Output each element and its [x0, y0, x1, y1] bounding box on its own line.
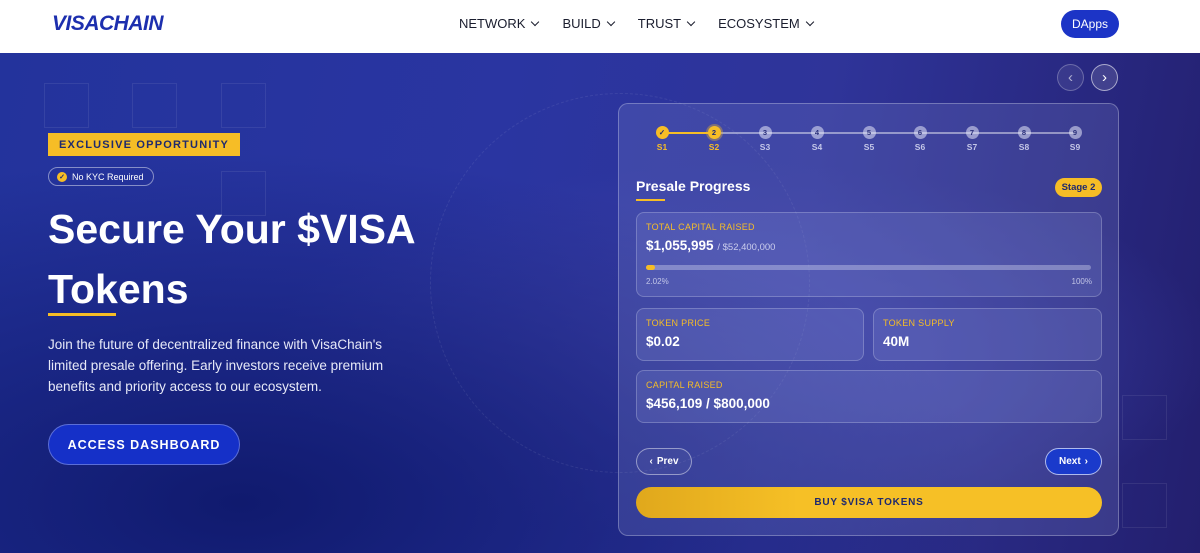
- access-dashboard-button[interactable]: ACCESS DASHBOARD: [48, 424, 240, 465]
- stage-step[interactable]: 6 S6: [905, 126, 935, 152]
- token-supply-value: 40M: [883, 334, 910, 349]
- token-price-label: TOKEN PRICE: [646, 318, 711, 328]
- decor-square: [44, 83, 89, 128]
- prev-stage-button[interactable]: ‹ Prev: [636, 448, 692, 475]
- raise-progress-fill: [646, 265, 655, 270]
- progress-current-label: 2.02%: [646, 277, 669, 286]
- decor-square: [1122, 483, 1167, 528]
- chevron-right-icon: ›: [1084, 456, 1089, 467]
- stage-step[interactable]: 4 S4: [802, 126, 832, 152]
- decor-square: [132, 83, 177, 128]
- stage-step[interactable]: 7 S7: [957, 126, 987, 152]
- stage-step[interactable]: ✓ S1: [647, 126, 677, 152]
- chevron-down-icon: [686, 17, 696, 26]
- stage-step[interactable]: 3 S3: [750, 126, 780, 152]
- stage-step-dot: 5: [862, 126, 876, 139]
- stage-step-dot: 3: [758, 126, 772, 139]
- chevron-down-icon: [531, 17, 540, 26]
- menu-network-label: NETWORK: [459, 16, 526, 31]
- menu-ecosystem-label: ECOSYSTEM: [718, 16, 800, 31]
- stage-step-dot: 6: [913, 126, 927, 139]
- total-raised-value: $1,055,995 / $52,400,000: [646, 238, 775, 253]
- stage-step[interactable]: 2 S2: [699, 126, 729, 152]
- stage-step-label: S8: [1018, 142, 1030, 152]
- token-price-card: TOKEN PRICE $0.02: [636, 308, 864, 361]
- menu-build[interactable]: BUILD: [562, 16, 615, 31]
- capital-raised-label: CAPITAL RAISED: [646, 380, 723, 390]
- presale-panel: ✓ S1 2 S2 3 S3 4 S4 5 S5 6 S6 7 S7 8 S8: [618, 103, 1119, 536]
- headline-line-2: Tokens: [48, 266, 189, 312]
- token-supply-label: TOKEN SUPPLY: [883, 318, 955, 328]
- headline-line-1: Secure Your $VISA: [48, 206, 416, 252]
- carousel-prev-button[interactable]: ‹: [1057, 64, 1084, 91]
- menu-trust-label: TRUST: [637, 16, 682, 31]
- brand-logo[interactable]: VISACHAIN: [52, 12, 164, 36]
- raise-progress-bar: [646, 265, 1091, 270]
- menu-trust[interactable]: TRUST: [637, 16, 696, 31]
- top-navbar: VISACHAIN NETWORK BUILD TRUST ECOSYSTEM …: [0, 0, 1200, 53]
- stage-step-label: S9: [1069, 142, 1081, 152]
- exclusive-badge: EXCLUSIVE OPPORTUNITY: [48, 133, 241, 156]
- headline-underline: [48, 313, 116, 316]
- title-underline: [636, 199, 665, 201]
- total-raised-label: TOTAL CAPITAL RAISED: [646, 222, 755, 232]
- chevron-right-icon: ›: [1102, 69, 1107, 86]
- main-menu: NETWORK BUILD TRUST ECOSYSTEM: [459, 16, 837, 31]
- chevron-down-icon: [805, 17, 814, 26]
- prev-label: Prev: [656, 456, 679, 467]
- stage-step-label: S3: [759, 142, 771, 152]
- total-raised-card: TOTAL CAPITAL RAISED $1,055,995 / $52,40…: [636, 212, 1102, 297]
- stage-step-label: S6: [914, 142, 926, 152]
- stage-step-label: S1: [656, 142, 668, 152]
- dapps-button[interactable]: DApps: [1061, 10, 1119, 38]
- stage-step[interactable]: 8 S8: [1009, 126, 1039, 152]
- capital-raised-value: $456,109 / $800,000: [646, 396, 770, 411]
- stage-step-label: S5: [863, 142, 875, 152]
- token-supply-card: TOKEN SUPPLY 40M: [873, 308, 1102, 361]
- menu-build-label: BUILD: [562, 16, 601, 31]
- capital-raised-card: CAPITAL RAISED $456,109 / $800,000: [636, 370, 1102, 423]
- check-icon: ✓: [57, 171, 67, 182]
- stage-step-dot: 9: [1068, 126, 1082, 139]
- presale-title: Presale Progress: [636, 178, 751, 194]
- chevron-down-icon: [606, 17, 615, 26]
- stage-step-label: S4: [811, 142, 823, 152]
- chevron-left-icon: ‹: [1068, 69, 1073, 86]
- hero-headline: Secure Your $VISA Tokens: [48, 199, 468, 319]
- stage-step-dot: ✓: [655, 126, 669, 139]
- total-raised-amount: $1,055,995: [646, 238, 714, 253]
- decor-square: [1122, 395, 1167, 440]
- next-stage-button[interactable]: Next ›: [1045, 448, 1102, 475]
- stage-step[interactable]: 9 S9: [1060, 126, 1090, 152]
- menu-network[interactable]: NETWORK: [459, 16, 540, 31]
- hero-subtext: Join the future of decentralized finance…: [48, 337, 384, 394]
- stage-step-dot: 4: [810, 126, 824, 139]
- token-price-value: $0.02: [646, 334, 680, 349]
- stage-step-label: S7: [966, 142, 978, 152]
- carousel-next-button[interactable]: ›: [1091, 64, 1118, 91]
- stage-badge: Stage 2: [1055, 178, 1102, 197]
- hero-section: EXCLUSIVE OPPORTUNITY ✓ No KYC Required …: [0, 53, 1200, 553]
- no-kyc-badge: ✓ No KYC Required: [48, 167, 154, 186]
- stage-step-dot: 7: [965, 126, 979, 139]
- stage-step[interactable]: 5 S5: [854, 126, 884, 152]
- menu-ecosystem[interactable]: ECOSYSTEM: [718, 16, 814, 31]
- stage-step-dot: 8: [1017, 126, 1031, 139]
- progress-max-label: 100%: [1071, 277, 1092, 286]
- no-kyc-label: No KYC Required: [72, 171, 144, 182]
- total-raised-target: / $52,400,000: [717, 242, 776, 253]
- decor-square: [221, 83, 266, 128]
- next-label: Next: [1058, 456, 1081, 467]
- stage-step-dot: 2: [707, 126, 721, 139]
- chevron-left-icon: ‹: [649, 456, 653, 467]
- stage-step-label: S2: [708, 142, 720, 152]
- buy-tokens-button[interactable]: BUY $VISA TOKENS: [636, 487, 1102, 518]
